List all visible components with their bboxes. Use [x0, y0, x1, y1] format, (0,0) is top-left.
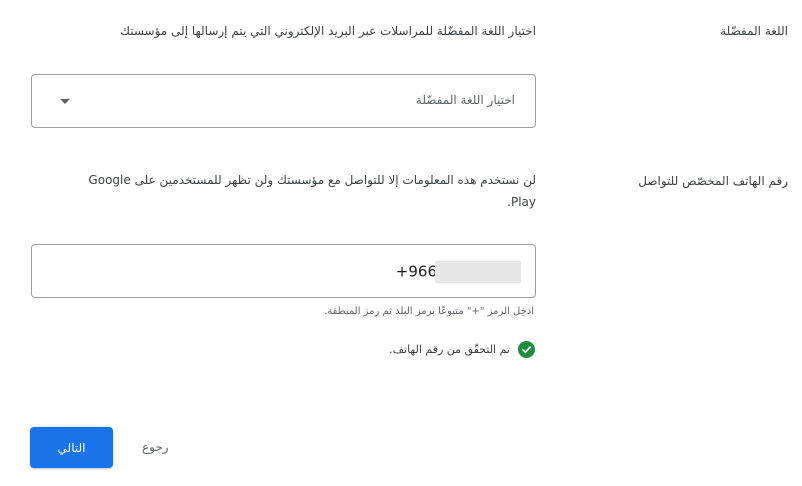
back-button[interactable]: رجوع [136, 436, 175, 458]
redacted-mask [435, 261, 521, 283]
phone-number-value: +966 [396, 261, 521, 283]
contact-phone-description-line1: لن نستخدم هذه المعلومات إلا للتواصل مع م… [88, 173, 536, 187]
preferred-language-label: اللغة المفضّلة [720, 24, 788, 38]
contact-phone-description-line2: Play. [507, 195, 536, 209]
preferred-language-select-value: اختيار اللغة المفضّلة [415, 93, 515, 107]
preferred-language-description: اختيار اللغة المفضّلة للمراسلات عبر البر… [120, 24, 536, 38]
phone-hint: ادخِل الرمز "+" متبوعًا برمز البلد ثم رم… [324, 306, 534, 317]
next-button[interactable]: التالي [30, 427, 113, 468]
phone-verified-status: تم التحقّق من رقم الهاتف. [389, 341, 535, 358]
check-circle-icon [518, 341, 535, 358]
phone-number-input[interactable]: +966 [31, 244, 536, 298]
preferred-language-select[interactable]: اختيار اللغة المفضّلة [31, 74, 536, 128]
chevron-down-icon [60, 99, 70, 104]
contact-phone-label: رقم الهاتف المخصّص للتواصل [638, 174, 788, 188]
phone-number-prefix: +966 [395, 262, 437, 281]
contact-phone-description: لن نستخدم هذه المعلومات إلا للتواصل مع م… [56, 169, 536, 213]
phone-verified-text: تم التحقّق من رقم الهاتف. [389, 343, 510, 356]
